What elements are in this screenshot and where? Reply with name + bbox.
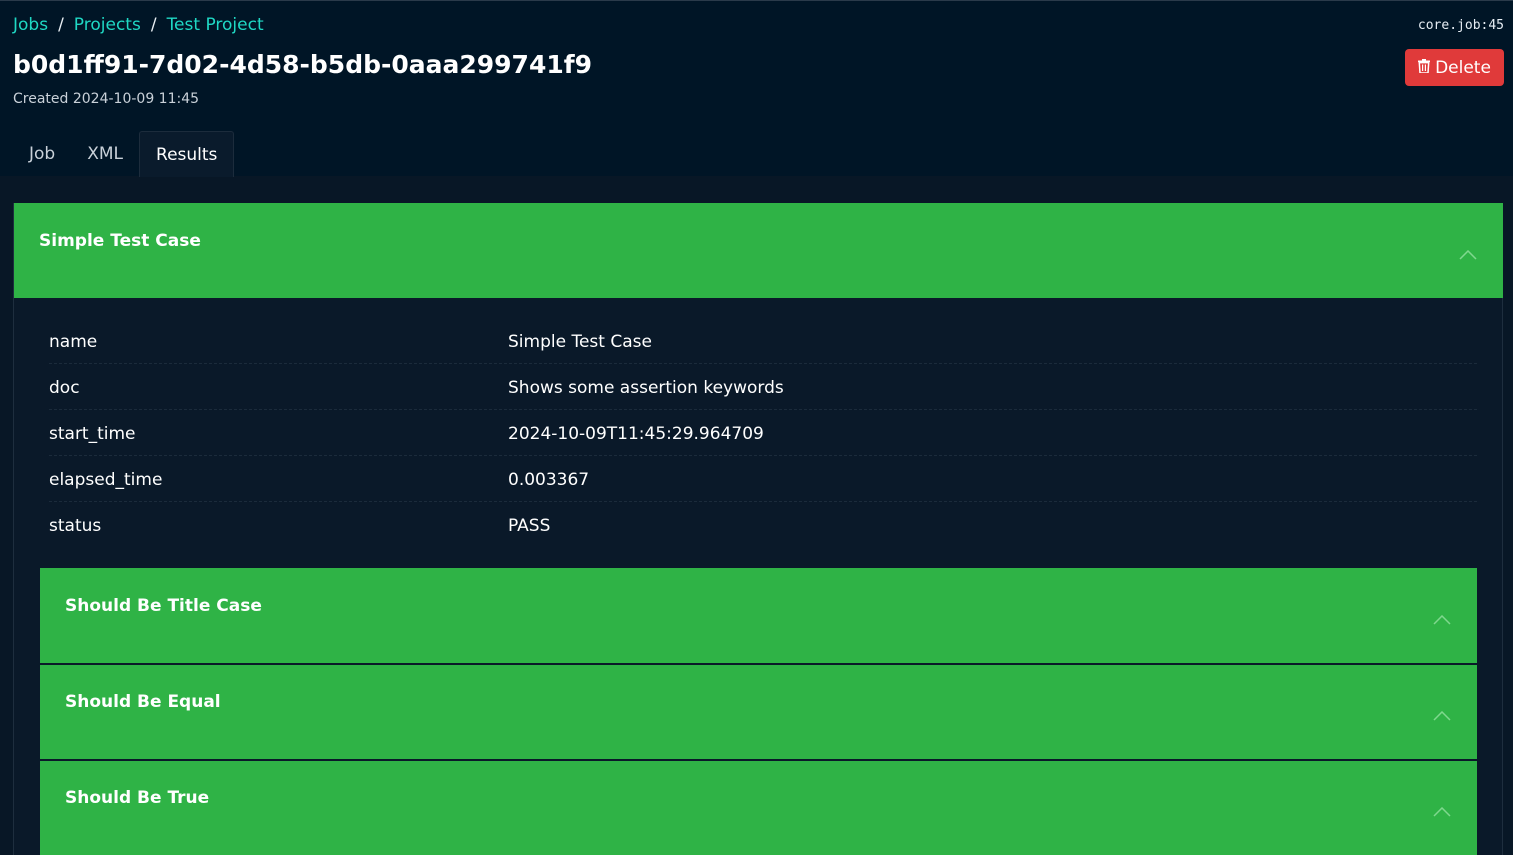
- delete-button[interactable]: Delete: [1405, 49, 1504, 86]
- trash-icon: [1418, 58, 1431, 78]
- job-reference: core.job:45: [1417, 18, 1504, 33]
- field-key: name: [49, 332, 98, 352]
- breadcrumb-project-link[interactable]: Test Project: [167, 15, 264, 35]
- field-row-name: name Simple Test Case: [49, 318, 1477, 364]
- breadcrumb-separator: /: [58, 15, 64, 35]
- keyword-title: Should Be Equal: [65, 692, 221, 712]
- page-title: b0d1ff91-7d02-4d58-b5db-0aaa299741f9: [13, 50, 593, 79]
- keyword-header[interactable]: Should Be Title Case: [40, 568, 1477, 663]
- keyword-header[interactable]: Should Be Equal: [40, 664, 1477, 759]
- chevron-up-icon: [1433, 802, 1451, 817]
- breadcrumb: Jobs / Projects / Test Project: [13, 15, 264, 35]
- breadcrumb-jobs-link[interactable]: Jobs: [13, 15, 48, 35]
- keyword-title: Should Be Title Case: [65, 596, 262, 616]
- created-timestamp: Created 2024-10-09 11:45: [13, 91, 199, 107]
- created-value: 2024-10-09 11:45: [72, 91, 200, 107]
- field-value: Shows some assertion keywords: [508, 378, 784, 398]
- field-value: Simple Test Case: [508, 332, 652, 352]
- created-label: Created: [13, 91, 69, 107]
- chevron-up-icon: [1433, 706, 1451, 721]
- field-key: start_time: [49, 424, 136, 444]
- tab-xml[interactable]: XML: [71, 131, 139, 177]
- field-key: status: [49, 516, 102, 536]
- field-row-start-time: start_time 2024-10-09T11:45:29.964709: [49, 410, 1477, 456]
- chevron-up-icon: [1459, 245, 1477, 260]
- status-value: PASS: [508, 516, 551, 536]
- delete-label: Delete: [1435, 57, 1491, 78]
- breadcrumb-separator: /: [150, 15, 157, 35]
- field-row-status: status PASS: [49, 502, 1477, 548]
- field-key: elapsed_time: [49, 470, 163, 490]
- test-case-title: Simple Test Case: [39, 231, 201, 251]
- field-value: 2024-10-09T11:45:29.964709: [508, 424, 764, 444]
- page-header: Jobs / Projects / Test Project core.job:…: [0, 0, 1513, 177]
- field-row-doc: doc Shows some assertion keywords: [49, 364, 1477, 410]
- field-value: 0.003367: [508, 470, 590, 490]
- keyword-title: Should Be True: [65, 788, 210, 808]
- breadcrumb-projects-link[interactable]: Projects: [74, 15, 141, 35]
- tab-job[interactable]: Job: [13, 131, 71, 177]
- tab-bar: Job XML Results: [13, 131, 235, 177]
- field-row-elapsed-time: elapsed_time 0.003367: [49, 456, 1477, 502]
- field-key: doc: [49, 378, 80, 398]
- keyword-header[interactable]: Should Be True: [40, 760, 1477, 855]
- test-case-header[interactable]: Simple Test Case: [14, 203, 1503, 298]
- chevron-up-icon: [1433, 610, 1451, 625]
- tab-results[interactable]: Results: [139, 131, 235, 177]
